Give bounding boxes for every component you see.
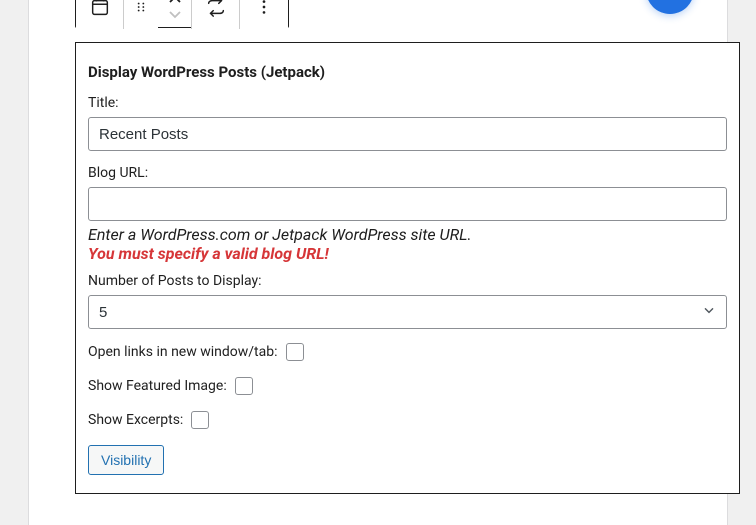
widget-type-button[interactable] [76, 0, 124, 29]
widget-title: Display WordPress Posts (Jetpack) [88, 63, 727, 81]
visibility-button[interactable]: Visibility [88, 445, 164, 475]
excerpts-checkbox[interactable] [191, 411, 209, 429]
drag-handle-button[interactable] [124, 0, 158, 29]
editor-canvas: Writing [28, 0, 728, 525]
drag-handle-icon [134, 0, 148, 14]
move-down-button[interactable] [168, 10, 182, 20]
open-new-tab-label: Open links in new window/tab: [88, 344, 278, 360]
widget-settings-panel: Display WordPress Posts (Jetpack) Title:… [75, 42, 740, 494]
open-new-tab-checkbox[interactable] [286, 343, 304, 361]
num-posts-select[interactable]: 5 [88, 295, 727, 329]
calendar-widget-icon [89, 0, 111, 18]
blog-url-label: Blog URL: [88, 165, 727, 181]
title-input[interactable] [88, 117, 727, 151]
ellipsis-vertical-icon [254, 0, 274, 17]
featured-image-label: Show Featured Image: [88, 378, 227, 394]
block-mover [158, 0, 192, 29]
blog-url-helper: Enter a WordPress.com or Jetpack WordPre… [88, 225, 727, 244]
blog-url-input[interactable] [88, 187, 727, 221]
title-label: Title: [88, 95, 727, 111]
num-posts-label: Number of Posts to Display: [88, 273, 727, 289]
block-toolbar [75, 0, 289, 28]
transform-button[interactable] [192, 0, 240, 29]
options-button[interactable] [240, 0, 288, 29]
excerpts-label: Show Excerpts: [88, 412, 183, 428]
blog-url-error: You must specify a valid blog URL! [88, 244, 727, 263]
arrow-loop-icon [205, 0, 227, 18]
move-up-button[interactable] [168, 0, 182, 4]
featured-image-checkbox[interactable] [235, 377, 253, 395]
